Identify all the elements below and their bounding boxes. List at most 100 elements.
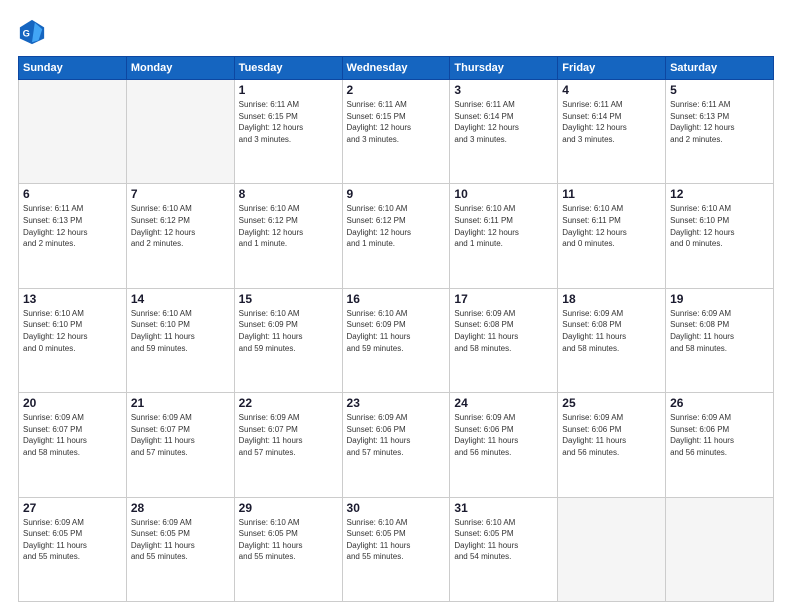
weekday-header-row: SundayMondayTuesdayWednesdayThursdayFrid… xyxy=(19,57,774,80)
calendar-cell: 28 Sunrise: 6:09 AM Sunset: 6:05 PM Dayli… xyxy=(126,497,234,601)
day-info: Sunrise: 6:10 AM Sunset: 6:11 PM Dayligh… xyxy=(454,203,553,249)
calendar-cell: 15 Sunrise: 6:10 AM Sunset: 6:09 PM Dayli… xyxy=(234,288,342,392)
calendar-cell: 30 Sunrise: 6:10 AM Sunset: 6:05 PM Dayli… xyxy=(342,497,450,601)
day-info: Sunrise: 6:11 AM Sunset: 6:14 PM Dayligh… xyxy=(562,99,661,145)
day-number: 14 xyxy=(131,292,230,306)
calendar-table: SundayMondayTuesdayWednesdayThursdayFrid… xyxy=(18,56,774,602)
day-info: Sunrise: 6:09 AM Sunset: 6:06 PM Dayligh… xyxy=(562,412,661,458)
day-info: Sunrise: 6:10 AM Sunset: 6:12 PM Dayligh… xyxy=(239,203,338,249)
calendar-cell: 25Sunrise: 6:09 AM Sunset: 6:06 PM Dayli… xyxy=(558,393,666,497)
calendar-week-row: 20Sunrise: 6:09 AM Sunset: 6:07 PM Dayli… xyxy=(19,393,774,497)
day-number: 1 xyxy=(239,83,338,97)
day-info: Sunrise: 6:10 AM Sunset: 6:10 PM Dayligh… xyxy=(23,308,122,354)
day-number: 4 xyxy=(562,83,661,97)
calendar-cell: 11 Sunrise: 6:10 AM Sunset: 6:11 PM Dayli… xyxy=(558,184,666,288)
calendar-cell: 16 Sunrise: 6:10 AM Sunset: 6:09 PM Dayli… xyxy=(342,288,450,392)
weekday-header: Friday xyxy=(558,57,666,80)
day-info: Sunrise: 6:09 AM Sunset: 6:06 PM Dayligh… xyxy=(670,412,769,458)
calendar-cell: 29 Sunrise: 6:10 AM Sunset: 6:05 PM Dayli… xyxy=(234,497,342,601)
day-info: Sunrise: 6:09 AM Sunset: 6:08 PM Dayligh… xyxy=(670,308,769,354)
calendar-cell: 19 Sunrise: 6:09 AM Sunset: 6:08 PM Dayli… xyxy=(666,288,774,392)
day-number: 6 xyxy=(23,187,122,201)
day-info: Sunrise: 6:09 AM Sunset: 6:07 PM Dayligh… xyxy=(131,412,230,458)
day-number: 31 xyxy=(454,501,553,515)
day-info: Sunrise: 6:10 AM Sunset: 6:05 PM Dayligh… xyxy=(239,517,338,563)
day-number: 24 xyxy=(454,396,553,410)
day-info: Sunrise: 6:09 AM Sunset: 6:08 PM Dayligh… xyxy=(562,308,661,354)
day-number: 7 xyxy=(131,187,230,201)
weekday-header: Tuesday xyxy=(234,57,342,80)
calendar-cell: 23Sunrise: 6:09 AM Sunset: 6:06 PM Dayli… xyxy=(342,393,450,497)
day-number: 12 xyxy=(670,187,769,201)
day-number: 22 xyxy=(239,396,338,410)
calendar-cell xyxy=(558,497,666,601)
page: G SundayMondayTuesdayWednesdayThursdayFr… xyxy=(0,0,792,612)
calendar-cell: 24Sunrise: 6:09 AM Sunset: 6:06 PM Dayli… xyxy=(450,393,558,497)
calendar-cell: 31Sunrise: 6:10 AM Sunset: 6:05 PM Dayli… xyxy=(450,497,558,601)
day-info: Sunrise: 6:10 AM Sunset: 6:05 PM Dayligh… xyxy=(347,517,446,563)
calendar-cell: 22 Sunrise: 6:09 AM Sunset: 6:07 PM Dayli… xyxy=(234,393,342,497)
calendar-cell: 17 Sunrise: 6:09 AM Sunset: 6:08 PM Dayli… xyxy=(450,288,558,392)
day-number: 9 xyxy=(347,187,446,201)
calendar-cell: 18 Sunrise: 6:09 AM Sunset: 6:08 PM Dayli… xyxy=(558,288,666,392)
day-info: Sunrise: 6:09 AM Sunset: 6:08 PM Dayligh… xyxy=(454,308,553,354)
weekday-header: Wednesday xyxy=(342,57,450,80)
day-info: Sunrise: 6:10 AM Sunset: 6:11 PM Dayligh… xyxy=(562,203,661,249)
calendar-cell: 1 Sunrise: 6:11 AM Sunset: 6:15 PM Daylig… xyxy=(234,80,342,184)
weekday-header: Thursday xyxy=(450,57,558,80)
day-number: 26 xyxy=(670,396,769,410)
day-info: Sunrise: 6:09 AM Sunset: 6:05 PM Dayligh… xyxy=(131,517,230,563)
day-info: Sunrise: 6:11 AM Sunset: 6:13 PM Dayligh… xyxy=(23,203,122,249)
day-number: 19 xyxy=(670,292,769,306)
calendar-cell: 9 Sunrise: 6:10 AM Sunset: 6:12 PM Daylig… xyxy=(342,184,450,288)
svg-text:G: G xyxy=(23,29,30,39)
day-number: 16 xyxy=(347,292,446,306)
calendar-cell xyxy=(19,80,127,184)
day-number: 29 xyxy=(239,501,338,515)
day-info: Sunrise: 6:10 AM Sunset: 6:12 PM Dayligh… xyxy=(131,203,230,249)
day-number: 23 xyxy=(347,396,446,410)
weekday-header: Saturday xyxy=(666,57,774,80)
calendar-cell xyxy=(666,497,774,601)
day-number: 5 xyxy=(670,83,769,97)
day-number: 11 xyxy=(562,187,661,201)
day-info: Sunrise: 6:10 AM Sunset: 6:12 PM Dayligh… xyxy=(347,203,446,249)
day-number: 2 xyxy=(347,83,446,97)
calendar-cell: 8Sunrise: 6:10 AM Sunset: 6:12 PM Daylig… xyxy=(234,184,342,288)
day-info: Sunrise: 6:09 AM Sunset: 6:05 PM Dayligh… xyxy=(23,517,122,563)
calendar-cell: 21 Sunrise: 6:09 AM Sunset: 6:07 PM Dayli… xyxy=(126,393,234,497)
header: G xyxy=(18,18,774,46)
calendar-cell: 7 Sunrise: 6:10 AM Sunset: 6:12 PM Daylig… xyxy=(126,184,234,288)
day-number: 15 xyxy=(239,292,338,306)
calendar-week-row: 27 Sunrise: 6:09 AM Sunset: 6:05 PM Dayli… xyxy=(19,497,774,601)
day-number: 27 xyxy=(23,501,122,515)
weekday-header: Monday xyxy=(126,57,234,80)
day-info: Sunrise: 6:09 AM Sunset: 6:07 PM Dayligh… xyxy=(23,412,122,458)
calendar-cell: 14 Sunrise: 6:10 AM Sunset: 6:10 PM Dayli… xyxy=(126,288,234,392)
day-number: 18 xyxy=(562,292,661,306)
day-info: Sunrise: 6:10 AM Sunset: 6:10 PM Dayligh… xyxy=(670,203,769,249)
calendar-cell: 10 Sunrise: 6:10 AM Sunset: 6:11 PM Dayli… xyxy=(450,184,558,288)
day-number: 28 xyxy=(131,501,230,515)
day-info: Sunrise: 6:11 AM Sunset: 6:15 PM Dayligh… xyxy=(347,99,446,145)
day-number: 30 xyxy=(347,501,446,515)
calendar-cell: 4 Sunrise: 6:11 AM Sunset: 6:14 PM Daylig… xyxy=(558,80,666,184)
day-number: 17 xyxy=(454,292,553,306)
day-info: Sunrise: 6:10 AM Sunset: 6:09 PM Dayligh… xyxy=(347,308,446,354)
day-number: 21 xyxy=(131,396,230,410)
calendar-cell: 6 Sunrise: 6:11 AM Sunset: 6:13 PM Daylig… xyxy=(19,184,127,288)
calendar-week-row: 1 Sunrise: 6:11 AM Sunset: 6:15 PM Daylig… xyxy=(19,80,774,184)
calendar-week-row: 13Sunrise: 6:10 AM Sunset: 6:10 PM Dayli… xyxy=(19,288,774,392)
day-info: Sunrise: 6:11 AM Sunset: 6:14 PM Dayligh… xyxy=(454,99,553,145)
day-number: 10 xyxy=(454,187,553,201)
calendar-cell: 2 Sunrise: 6:11 AM Sunset: 6:15 PM Daylig… xyxy=(342,80,450,184)
calendar-cell: 20Sunrise: 6:09 AM Sunset: 6:07 PM Dayli… xyxy=(19,393,127,497)
calendar-cell: 5 Sunrise: 6:11 AM Sunset: 6:13 PM Daylig… xyxy=(666,80,774,184)
day-info: Sunrise: 6:11 AM Sunset: 6:15 PM Dayligh… xyxy=(239,99,338,145)
calendar-cell: 3Sunrise: 6:11 AM Sunset: 6:14 PM Daylig… xyxy=(450,80,558,184)
day-info: Sunrise: 6:09 AM Sunset: 6:07 PM Dayligh… xyxy=(239,412,338,458)
calendar-cell: 27 Sunrise: 6:09 AM Sunset: 6:05 PM Dayli… xyxy=(19,497,127,601)
day-info: Sunrise: 6:10 AM Sunset: 6:10 PM Dayligh… xyxy=(131,308,230,354)
day-info: Sunrise: 6:10 AM Sunset: 6:09 PM Dayligh… xyxy=(239,308,338,354)
day-info: Sunrise: 6:11 AM Sunset: 6:13 PM Dayligh… xyxy=(670,99,769,145)
